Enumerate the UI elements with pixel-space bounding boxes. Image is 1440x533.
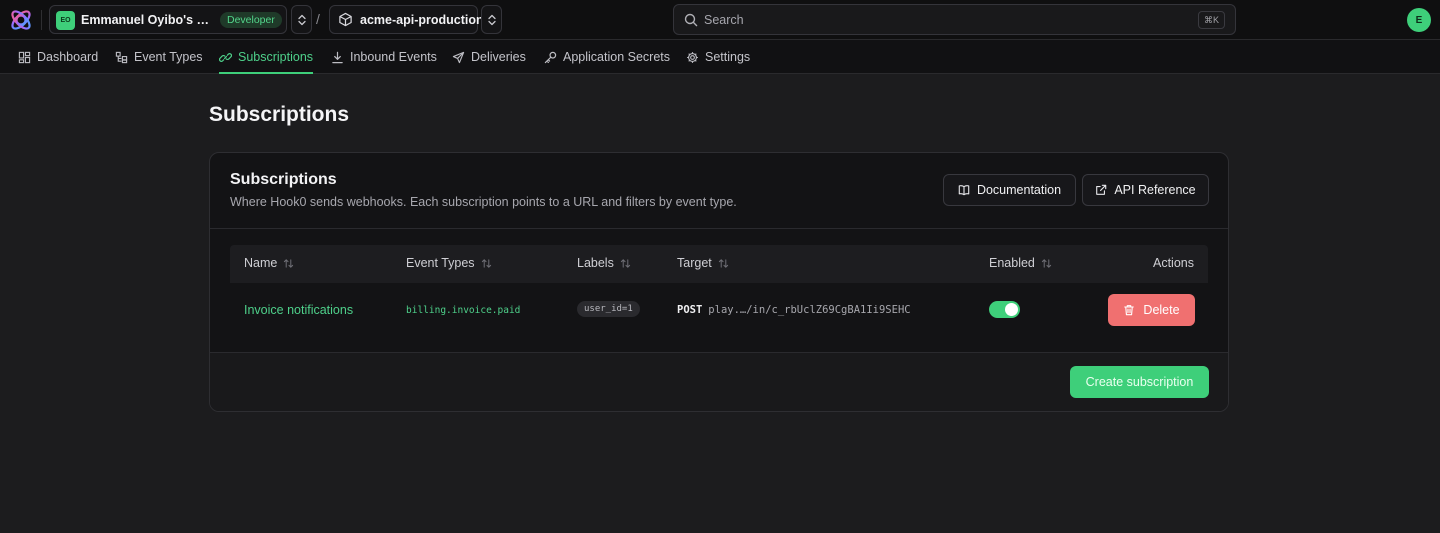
target-url: play.…/in/c_rbUclZ69CgBA1Ii9SEHC (708, 304, 911, 316)
enabled-toggle[interactable] (989, 301, 1020, 318)
external-link-icon (1096, 184, 1107, 195)
card-description: Where Hook0 sends webhooks. Each subscri… (230, 195, 737, 209)
tab-label: Event Types (134, 50, 203, 64)
search-placeholder: Search (704, 13, 744, 27)
organization-switcher[interactable]: EO Emmanuel Oyibo's per... Developer (49, 5, 287, 34)
tab-inbound-events[interactable]: Inbound Events (331, 40, 437, 74)
search-icon (684, 13, 698, 27)
tab-application-secrets[interactable]: Application Secrets (544, 40, 670, 74)
card-title: Subscriptions (230, 171, 337, 188)
nav-tabs: Dashboard Event Types Subscriptions Inbo… (0, 40, 1440, 74)
api-reference-button[interactable]: API Reference (1082, 174, 1209, 206)
column-header-target[interactable]: Target (677, 256, 729, 270)
card-footer: Create subscription (210, 353, 1228, 411)
label-badge: user_id=1 (577, 301, 640, 317)
page-title: Subscriptions (209, 103, 350, 126)
documentation-label: Documentation (976, 183, 1062, 197)
breadcrumb-separator: / (316, 11, 320, 27)
tab-label: Dashboard (37, 50, 99, 64)
key-icon (544, 51, 557, 63)
send-icon (452, 51, 465, 63)
search-input[interactable]: Search ⌘K (673, 4, 1236, 35)
subscriptions-card: Subscriptions Where Hook0 sends webhooks… (209, 152, 1229, 412)
download-icon (332, 51, 343, 63)
link-icon (219, 52, 232, 62)
cube-icon (338, 12, 353, 27)
tab-event-types[interactable]: Event Types (115, 40, 203, 74)
event-types-icon (115, 51, 128, 63)
tab-label: Inbound Events (350, 50, 437, 64)
column-header-actions: Actions (1153, 256, 1194, 270)
user-avatar[interactable]: E (1407, 8, 1431, 32)
sort-icon (481, 258, 491, 268)
chevron-up-down-icon (297, 14, 306, 25)
sort-icon (284, 258, 294, 268)
dashboard-icon (18, 51, 31, 63)
org-avatar: EO (56, 11, 75, 30)
org-name: Emmanuel Oyibo's per... (81, 13, 213, 27)
delete-label: Delete (1143, 303, 1180, 317)
app-chevron-button[interactable] (481, 5, 502, 34)
table-header: Name Event Types Labels Target Enabled A… (230, 245, 1208, 283)
tab-deliveries[interactable]: Deliveries (452, 40, 526, 74)
hook0-logo-icon[interactable] (8, 7, 34, 33)
tab-label: Subscriptions (238, 50, 314, 64)
target-value: POST play.…/in/c_rbUclZ69CgBA1Ii9SEHC (677, 304, 911, 316)
column-header-event-types[interactable]: Event Types (406, 256, 492, 270)
sort-icon (620, 258, 630, 268)
sort-icon (718, 258, 728, 268)
top-bar: EO Emmanuel Oyibo's per... Developer / a… (0, 0, 1440, 40)
sort-icon (1041, 258, 1052, 268)
column-header-name[interactable]: Name (244, 256, 294, 270)
tab-dashboard[interactable]: Dashboard (18, 40, 98, 74)
gear-icon (687, 51, 698, 63)
api-reference-label: API Reference (1114, 183, 1196, 197)
table-row: Invoice notifications billing.invoice.pa… (230, 283, 1208, 352)
application-switcher[interactable]: acme-api-production (329, 5, 484, 34)
tab-label: Settings (705, 50, 751, 64)
delete-button[interactable]: Delete (1108, 294, 1195, 326)
tab-subscriptions[interactable]: Subscriptions (219, 40, 314, 74)
tab-label: Application Secrets (563, 50, 671, 64)
column-header-labels[interactable]: Labels (577, 256, 631, 270)
subscription-name-link[interactable]: Invoice notifications (244, 303, 353, 317)
tab-settings[interactable]: Settings (686, 40, 750, 74)
app-name: acme-api-production (360, 13, 484, 27)
org-chevron-button[interactable] (291, 5, 312, 34)
http-method: POST (677, 304, 703, 316)
search-shortcut: ⌘K (1197, 11, 1225, 29)
event-type-value: billing.invoice.paid (406, 305, 521, 316)
topbar-divider (41, 10, 42, 30)
chevron-up-down-icon (487, 14, 496, 25)
column-header-enabled[interactable]: Enabled (989, 256, 1052, 270)
plan-badge: Developer (220, 12, 282, 28)
create-subscription-button[interactable]: Create subscription (1070, 366, 1209, 398)
tab-label: Deliveries (471, 50, 526, 64)
trash-icon (1124, 305, 1135, 316)
documentation-button[interactable]: Documentation (943, 174, 1076, 206)
book-icon (958, 185, 970, 196)
card-divider (210, 228, 1228, 229)
